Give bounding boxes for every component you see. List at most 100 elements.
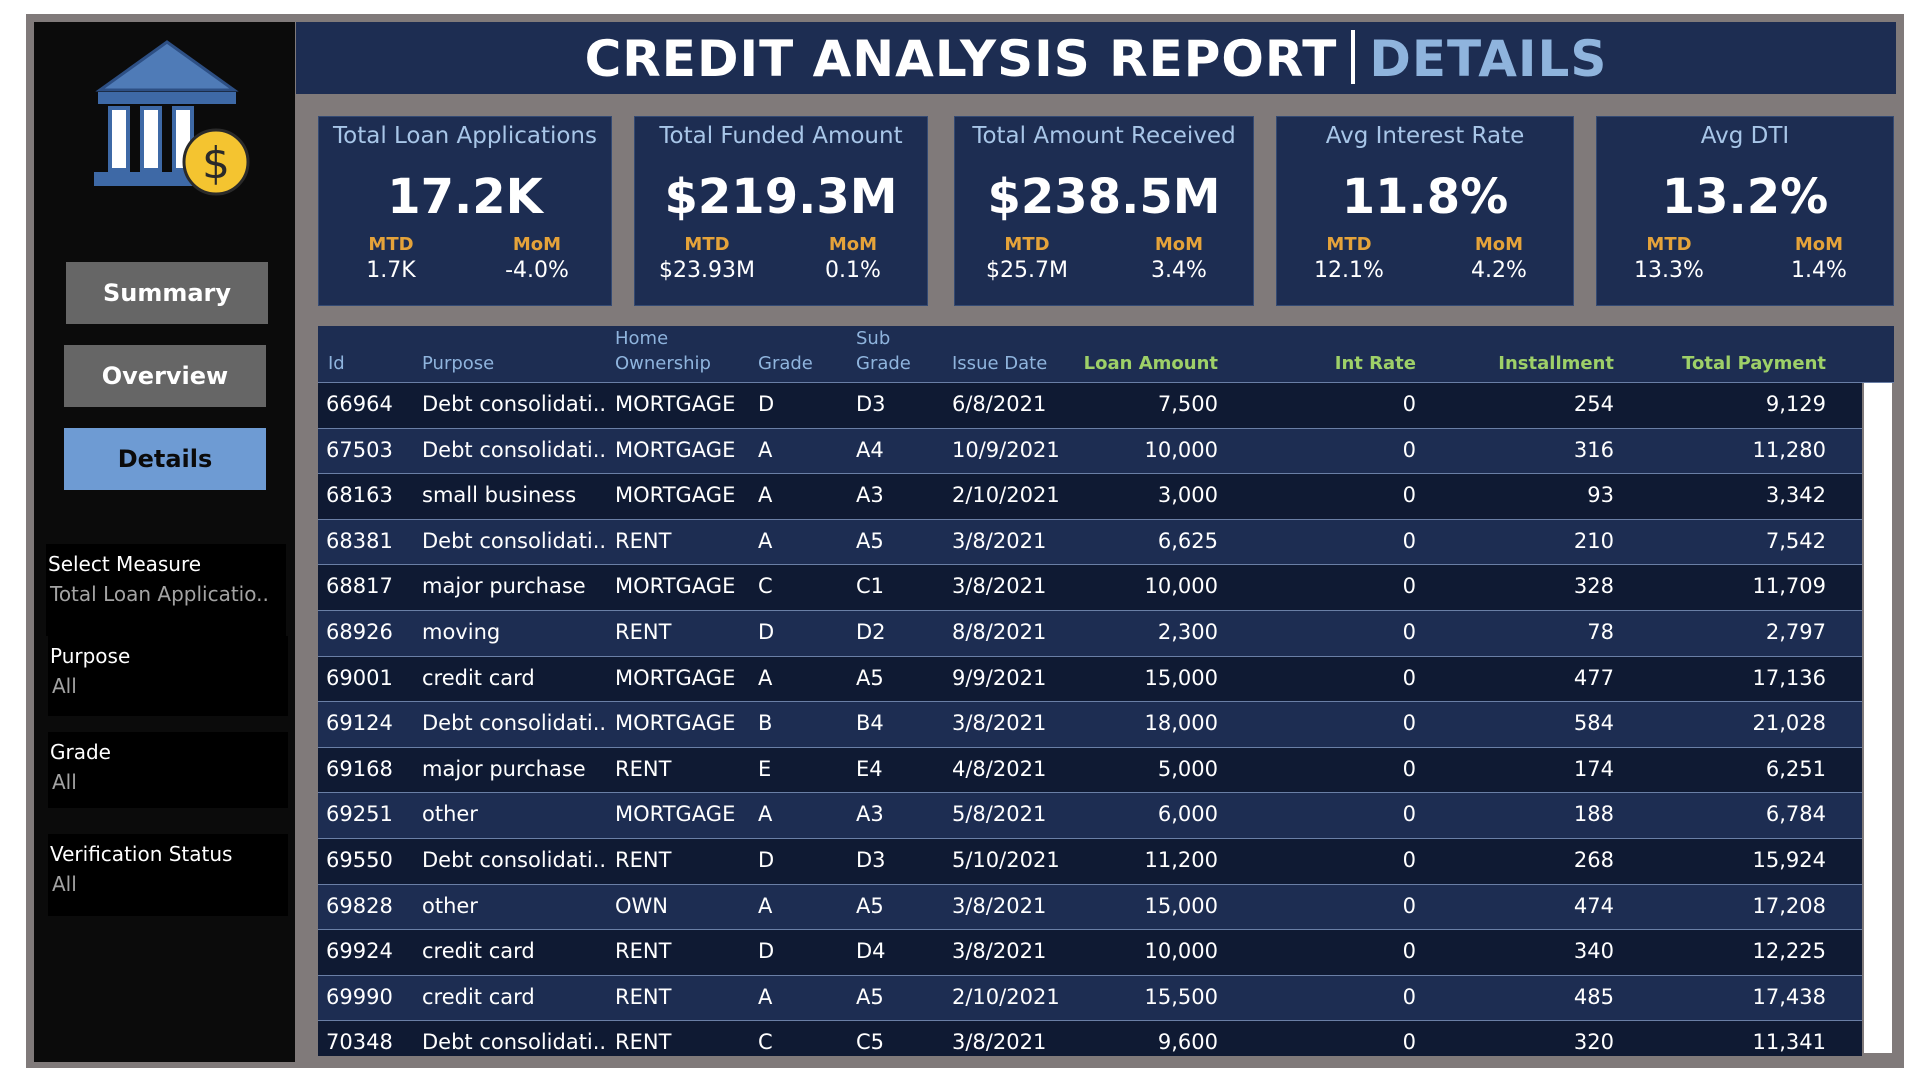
- cell-total-payment: 21,028: [1752, 711, 1826, 736]
- cell-grade: A: [758, 802, 773, 827]
- cell-home-ownership: RENT: [615, 984, 672, 1009]
- cell-purpose: other: [422, 893, 478, 918]
- kpi-value: $219.3M: [664, 169, 898, 225]
- col-purpose[interactable]: Purpose: [422, 351, 494, 376]
- title-separator: [1351, 30, 1356, 84]
- kpi-title: Total Amount Received: [972, 123, 1236, 149]
- overview-button[interactable]: Overview: [64, 345, 266, 407]
- col-installment[interactable]: Installment: [1498, 351, 1614, 376]
- cell-sub-grade: A3: [856, 483, 884, 508]
- kpi-mtd: MTD $23.93M: [647, 234, 767, 283]
- cell-sub-grade: A5: [856, 893, 884, 918]
- kpi-value: $238.5M: [987, 169, 1221, 225]
- cell-int-rate: 0: [1402, 984, 1416, 1009]
- table-row[interactable]: 66964 Debt consolidati.. MORTGAGE D D3 6/8/20…: [318, 383, 1862, 429]
- purpose-filter[interactable]: Purpose All: [48, 636, 288, 716]
- kpi-mom: MoM -4.0%: [477, 234, 597, 283]
- filter-label: Verification Status: [50, 842, 233, 866]
- table-row[interactable]: 67503 Debt consolidati.. MORTGAGE A A4 10/9/2…: [318, 428, 1862, 475]
- cell-id: 69251: [326, 802, 393, 827]
- cell-installment: 477: [1573, 665, 1614, 690]
- cell-int-rate: 0: [1402, 483, 1416, 508]
- verification-status-filter[interactable]: Verification Status All: [48, 834, 288, 916]
- table-row[interactable]: 69251 other MORTGAGE A A3 5/8/2021 6,000 0 188 6,…: [318, 793, 1862, 839]
- table-row[interactable]: 68817 major purchase MORTGAGE C C1 3/8/2021 10…: [318, 565, 1862, 611]
- cell-home-ownership: MORTGAGE: [615, 483, 736, 508]
- cell-sub-grade: A5: [856, 665, 884, 690]
- col-loan-amount[interactable]: Loan Amount: [1084, 351, 1218, 376]
- table-row[interactable]: 69168 major purchase RENT E E4 4/8/2021 5,000 0…: [318, 747, 1862, 794]
- col-int-rate[interactable]: Int Rate: [1335, 351, 1416, 376]
- cell-int-rate: 0: [1402, 847, 1416, 872]
- table-row[interactable]: 69550 Debt consolidati.. RENT D D3 5/10/2021 1…: [318, 838, 1862, 885]
- cell-grade: A: [758, 665, 773, 690]
- table-row[interactable]: 69990 credit card RENT A A5 2/10/2021 15,500 0 4…: [318, 975, 1862, 1022]
- table-row[interactable]: 69001 credit card MORTGAGE A A5 9/9/2021 15,00…: [318, 656, 1862, 703]
- filter-value[interactable]: All: [52, 872, 77, 896]
- cell-loan-amount: 15,000: [1144, 665, 1218, 690]
- cell-issue-date: 2/10/2021: [952, 984, 1060, 1009]
- kpi-title: Total Loan Applications: [333, 123, 597, 149]
- summary-button[interactable]: Summary: [66, 262, 268, 324]
- mtd-label: MTD: [1326, 234, 1372, 255]
- kpi-mom: MoM 1.4%: [1759, 234, 1879, 283]
- filter-value[interactable]: Total Loan Applicatio..: [50, 582, 269, 606]
- table-row[interactable]: 68381 Debt consolidati.. RENT A A5 3/8/2021 6,…: [318, 519, 1862, 566]
- table-row[interactable]: 69924 credit card RENT D D4 3/8/2021 10,000 0 34…: [318, 930, 1862, 976]
- cell-id: 68163: [326, 483, 393, 508]
- cell-installment: 174: [1573, 756, 1614, 781]
- title-main: CREDIT ANALYSIS REPORT: [584, 30, 1338, 88]
- cell-sub-grade: E4: [856, 756, 883, 781]
- col-issue-date[interactable]: Issue Date: [952, 351, 1047, 376]
- cell-total-payment: 17,136: [1752, 665, 1826, 690]
- table-row[interactable]: 69124 Debt consolidati.. MORTGAGE B B4 3/8/20…: [318, 702, 1862, 748]
- table-row[interactable]: 69828 other OWN A A5 3/8/2021 15,000 0 474 17,208: [318, 884, 1862, 931]
- grade-filter[interactable]: Grade All: [48, 732, 288, 808]
- cell-issue-date: 3/8/2021: [952, 574, 1047, 599]
- kpi-value: 13.2%: [1661, 169, 1829, 225]
- cell-grade: C: [758, 1030, 773, 1055]
- kpi-mom: MoM 3.4%: [1119, 234, 1239, 283]
- mom-label: MoM: [828, 234, 878, 255]
- mom-label: MoM: [512, 234, 562, 255]
- cell-id: 69124: [326, 711, 393, 736]
- table-scrollbar[interactable]: [1864, 383, 1892, 1053]
- cell-home-ownership: RENT: [615, 619, 672, 644]
- cell-total-payment: 6,784: [1765, 802, 1826, 827]
- cell-loan-amount: 11,200: [1144, 847, 1218, 872]
- cell-int-rate: 0: [1402, 665, 1416, 690]
- cell-total-payment: 3,342: [1765, 483, 1826, 508]
- col-id[interactable]: Id: [328, 351, 345, 376]
- mom-label: MoM: [1474, 234, 1524, 255]
- cell-home-ownership: OWN: [615, 893, 669, 918]
- cell-sub-grade: D2: [856, 619, 886, 644]
- mtd-label: MTD: [684, 234, 730, 255]
- select-measure-filter[interactable]: Select Measure Total Loan Applicatio..: [46, 544, 286, 636]
- cell-loan-amount: 5,000: [1157, 756, 1218, 781]
- cell-home-ownership: RENT: [615, 939, 672, 964]
- cell-grade: D: [758, 392, 775, 416]
- col-grade[interactable]: Grade: [758, 351, 813, 376]
- kpi-mom: MoM 4.2%: [1439, 234, 1559, 283]
- bank-dollar-icon: $: [94, 40, 250, 196]
- cell-installment: 584: [1573, 711, 1614, 736]
- cell-installment: 316: [1573, 437, 1614, 462]
- mtd-label: MTD: [1646, 234, 1692, 255]
- cell-installment: 328: [1573, 574, 1614, 599]
- filter-value[interactable]: All: [52, 770, 77, 794]
- col-sub-grade[interactable]: Sub Grade: [856, 326, 911, 376]
- mom-label: MoM: [1154, 234, 1204, 255]
- col-total-payment[interactable]: Total Payment: [1682, 351, 1826, 376]
- cell-issue-date: 3/8/2021: [952, 528, 1047, 553]
- cell-grade: D: [758, 847, 775, 872]
- kpi-avg-interest-rate: Avg Interest Rate 11.8% MTD 12.1% MoM 4.2%: [1276, 116, 1574, 306]
- table-row[interactable]: 68163 small business MORTGAGE A A3 2/10/2021 3…: [318, 474, 1862, 520]
- col-home-ownership[interactable]: Home Ownership: [615, 326, 711, 376]
- table-row[interactable]: 70348 Debt consolidati.. RENT C C5 3/8/2021 9,…: [318, 1021, 1862, 1056]
- cell-total-payment: 15,924: [1752, 847, 1826, 872]
- mom-value: 1.4%: [1791, 258, 1847, 283]
- table-row[interactable]: 68926 moving RENT D D2 8/8/2021 2,300 0 78 2,797: [318, 610, 1862, 657]
- details-button[interactable]: Details: [64, 428, 266, 490]
- filter-value[interactable]: All: [52, 674, 77, 698]
- kpi-title: Total Funded Amount: [659, 123, 903, 149]
